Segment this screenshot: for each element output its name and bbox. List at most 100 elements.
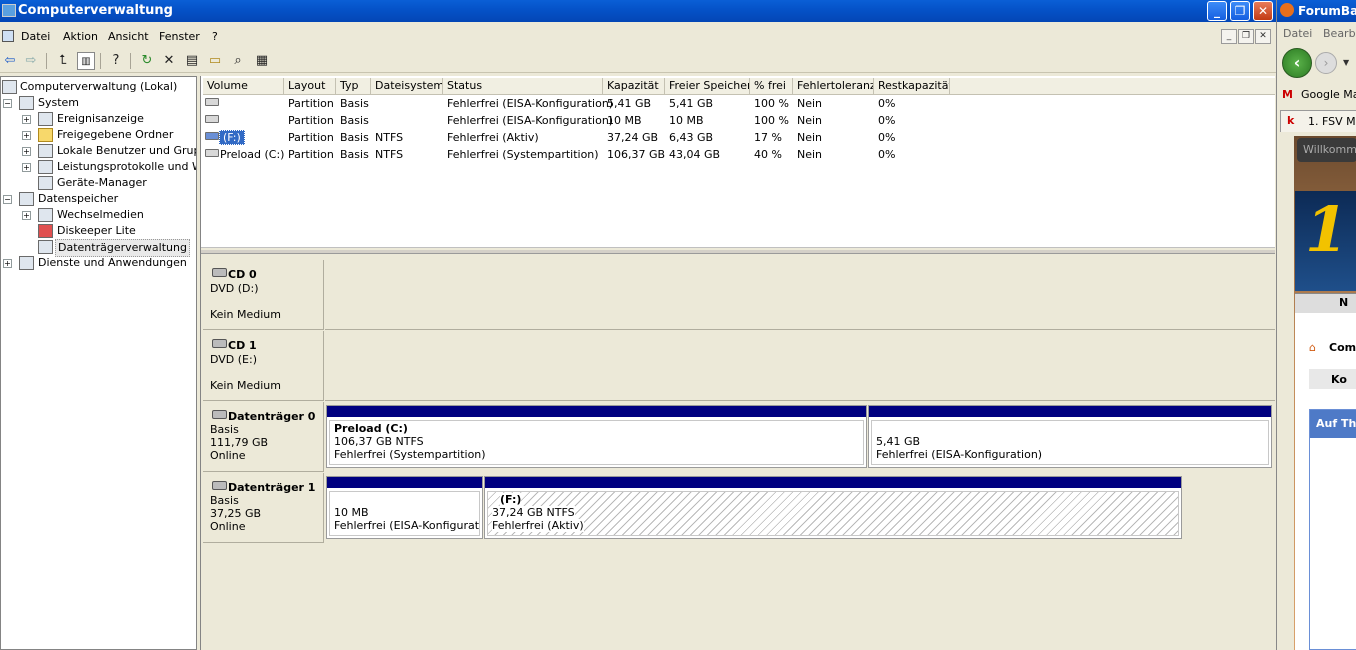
disk-label-cd0[interactable]: CD 0 DVD (D:) Kein Medium <box>203 260 324 330</box>
volume-icon <box>205 132 219 140</box>
storage-icon <box>19 192 34 206</box>
column-header-dateisystem[interactable]: Dateisystem <box>371 78 443 95</box>
users-icon <box>38 144 53 158</box>
welcome-bar: Willkomm <box>1297 138 1356 162</box>
expand-icon[interactable]: + <box>22 211 31 220</box>
event-viewer-icon <box>38 112 53 126</box>
hard-disk-icon <box>212 410 227 419</box>
minimize-button[interactable]: _ <box>1207 1 1227 21</box>
menu-help[interactable]: ? <box>212 30 218 43</box>
browser-forward-button[interactable]: › <box>1315 52 1337 74</box>
column-header-fehlertoleranz[interactable]: Fehlertoleranz <box>793 78 874 95</box>
partition-preload-c[interactable]: Preload (C:) 106,37 GB NTFS Fehlerfrei (… <box>326 405 867 468</box>
mdi-restore-icon[interactable]: ❐ <box>1238 29 1254 44</box>
shared-folder-icon <box>38 128 53 142</box>
collapse-icon[interactable]: − <box>3 195 12 204</box>
column-header-volume[interactable]: Volume <box>203 78 284 95</box>
performance-icon <box>38 160 53 174</box>
disk-label-cd1[interactable]: CD 1 DVD (E:) Kein Medium <box>203 331 324 401</box>
column-header-restkapazitaet[interactable]: Restkapazität <box>874 78 950 95</box>
device-manager-icon <box>38 176 53 190</box>
page-content: ⌂ Com Ko Auf Th <box>1295 313 1356 650</box>
firefox-icon <box>1280 3 1294 17</box>
refresh-icon[interactable]: ↻ <box>138 52 156 70</box>
restore-button[interactable]: ❐ <box>1230 1 1250 21</box>
search-icon[interactable]: ⌕ <box>229 52 247 70</box>
browser-back-button[interactable]: ‹ <box>1282 48 1312 78</box>
toolbar: ⇦ ⇨ ⮤ ▥ ? ↻ ✕ ▤ ▭ ⌕ ▦ <box>0 49 1276 73</box>
expand-icon[interactable]: + <box>22 147 31 156</box>
disk-label-disk1[interactable]: Datenträger 1 Basis 37,25 GB Online <box>203 473 324 543</box>
volume-icon <box>205 98 219 106</box>
removable-media-icon <box>38 208 53 222</box>
partition-eisa-disk1[interactable]: 10 MB Fehlerfrei (EISA-Konfiguration) <box>326 476 483 539</box>
properties2-icon[interactable]: ▤ <box>183 52 201 70</box>
menu-fenster[interactable]: Fenster <box>159 30 200 43</box>
open-icon[interactable]: ▭ <box>206 52 224 70</box>
content-box: Auf Th <box>1309 409 1356 650</box>
bookmark-google-mail[interactable]: Google Mail <box>1301 88 1356 101</box>
title-bar[interactable]: Computerverwaltung _ ❐ ✕ <box>0 0 1276 22</box>
services-icon <box>19 256 34 270</box>
delete-icon[interactable]: ✕ <box>160 52 178 70</box>
column-header-layout[interactable]: Layout <box>284 78 336 95</box>
hard-disk-icon <box>212 481 227 490</box>
window-title: Computerverwaltung <box>18 3 173 18</box>
column-header-typ[interactable]: Typ <box>336 78 371 95</box>
gmail-icon: M <box>1282 88 1293 101</box>
menu-aktion[interactable]: Aktion <box>63 30 98 43</box>
menu-ansicht[interactable]: Ansicht <box>108 30 149 43</box>
collapse-icon[interactable]: − <box>3 99 12 108</box>
partition-f[interactable]: (F:) 37,24 GB NTFS Fehlerfrei (Aktiv) <box>484 476 1182 539</box>
expand-icon[interactable]: + <box>22 131 31 140</box>
browser-menu-bearbeiten[interactable]: Bearbe <box>1323 27 1356 40</box>
details-pane: Volume Layout Typ Dateisystem Status Kap… <box>200 76 1276 650</box>
document-icon <box>2 30 14 42</box>
system-tools-icon <box>19 96 34 110</box>
column-header-kapazitaet[interactable]: Kapazität <box>603 78 665 95</box>
show-tree-icon[interactable]: ▥ <box>77 52 95 70</box>
disk-label-disk0[interactable]: Datenträger 0 Basis 111,79 GB Online <box>203 402 324 472</box>
volume-list: Volume Layout Typ Dateisystem Status Kap… <box>201 76 1275 248</box>
cd-drive-icon <box>212 339 227 348</box>
computer-management-window: Computerverwaltung _ ❐ ✕ Datei Aktion An… <box>0 0 1276 650</box>
pane-splitter[interactable] <box>201 250 1275 254</box>
expand-icon[interactable]: + <box>22 115 31 124</box>
defrag-icon <box>38 224 53 238</box>
properties-icon[interactable]: ? <box>107 52 125 70</box>
tab-ko[interactable]: Ko <box>1309 369 1356 389</box>
back-icon[interactable]: ⇦ <box>1 52 19 70</box>
column-header-prozent-frei[interactable]: % frei <box>750 78 793 95</box>
home-icon: ⌂ <box>1309 341 1316 354</box>
up-folder-icon[interactable]: ⮤ <box>54 52 72 70</box>
nav-bar: N <box>1295 293 1356 313</box>
navigation-tree: Computerverwaltung (Lokal) − System + Er… <box>0 76 197 650</box>
mdi-minimize-icon[interactable]: _ <box>1221 29 1237 44</box>
close-button[interactable]: ✕ <box>1253 1 1273 21</box>
cd-drive-icon <box>212 268 227 277</box>
cd1-empty-area <box>325 331 1275 401</box>
disk-management-icon <box>38 240 53 254</box>
mdi-close-icon[interactable]: ✕ <box>1255 29 1271 44</box>
column-header-freier-speicher[interactable]: Freier Speicher <box>665 78 750 95</box>
column-header-status[interactable]: Status <box>443 78 603 95</box>
partition-eisa-disk0[interactable]: 5,41 GB Fehlerfrei (EISA-Konfiguration) <box>868 405 1272 468</box>
browser-menu-datei[interactable]: Datei <box>1283 27 1312 40</box>
kicker-icon: k <box>1287 114 1295 127</box>
cd0-empty-area <box>325 260 1275 330</box>
site-logo: 1 <box>1295 191 1356 291</box>
dropdown-arrow-icon[interactable]: ▼ <box>1343 58 1349 67</box>
computer-management-icon <box>2 4 16 17</box>
selected-volume[interactable]: (F:) <box>219 130 245 145</box>
expand-icon[interactable]: + <box>22 163 31 172</box>
browser-title-bar[interactable]: ForumBase <box>1277 0 1356 22</box>
volume-icon <box>205 115 219 123</box>
disk-graph-view: CD 0 DVD (D:) Kein Medium CD 1 DVD (E:) … <box>201 256 1275 650</box>
help-icon[interactable]: ▦ <box>253 52 271 70</box>
background-browser-window[interactable]: ForumBase Datei Bearbe ‹ › ▼ M Google Ma… <box>1276 0 1356 650</box>
menu-datei[interactable]: Datei <box>21 30 50 43</box>
forward-icon[interactable]: ⇨ <box>22 52 40 70</box>
browser-tab[interactable]: k 1. FSV Ma <box>1280 110 1356 132</box>
menu-bar: Datei Aktion Ansicht Fenster ? _ ❐ ✕ <box>0 27 1276 47</box>
expand-icon[interactable]: + <box>3 259 12 268</box>
